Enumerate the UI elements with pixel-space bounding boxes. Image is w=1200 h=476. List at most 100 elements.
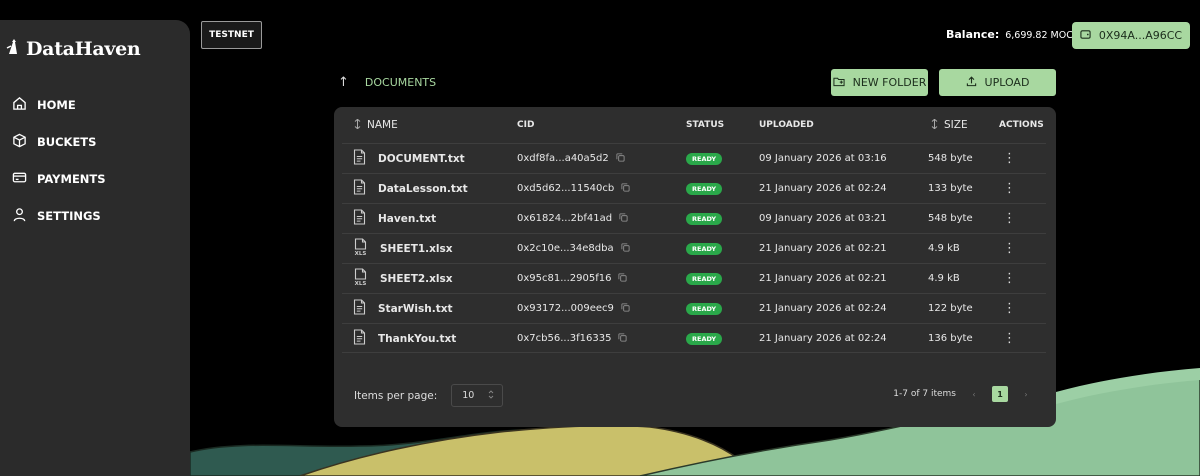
spreadsheet-file-icon: XLS: [353, 268, 368, 289]
copy-icon[interactable]: [619, 212, 628, 225]
sidebar-item-buckets[interactable]: BUCKETS: [12, 123, 106, 160]
copy-icon[interactable]: [618, 272, 627, 285]
sidebar-item-label: BUCKETS: [37, 134, 97, 149]
more-actions-icon[interactable]: ⋮: [1003, 174, 1016, 203]
home-icon: [12, 96, 27, 114]
more-actions-icon[interactable]: ⋮: [1003, 324, 1016, 353]
items-per-page: Items per page: 10: [354, 384, 504, 407]
table-row[interactable]: ThankYou.txt 0x7cb56...3f16335 READY 21 Jan…: [342, 323, 1046, 353]
file-name: SHEET1.xlsx: [380, 242, 453, 255]
file-name-cell[interactable]: StarWish.txt: [353, 294, 453, 323]
folder-plus-icon: [833, 76, 845, 90]
items-per-page-select[interactable]: 10: [451, 384, 504, 407]
column-label: SIZE: [944, 119, 968, 131]
wallet-icon: [1080, 29, 1091, 43]
copy-icon[interactable]: [621, 242, 630, 255]
copy-icon[interactable]: [621, 302, 630, 315]
cid-value: 0xd5d62...11540cb: [517, 183, 615, 194]
sidebar-item-home[interactable]: HOME: [12, 86, 106, 123]
user-icon: [12, 207, 27, 225]
status-cell: READY: [686, 324, 723, 353]
cid-cell: 0x61824...2bf41ad: [517, 204, 628, 233]
sidebar-item-payments[interactable]: PAYMENTS: [12, 160, 106, 197]
brand-logo[interactable]: DataHaven: [6, 38, 141, 60]
items-per-page-value: 10: [462, 390, 475, 401]
status-badge: READY: [686, 332, 723, 345]
arrow-up-icon[interactable]: ↑: [338, 75, 349, 90]
uploaded-date: 21 January 2026 at 02:21: [759, 243, 887, 254]
uploaded-date: 21 January 2026 at 02:24: [759, 333, 887, 344]
uploaded-date: 21 January 2026 at 02:24: [759, 303, 887, 314]
sidebar-item-settings[interactable]: SETTINGS: [12, 197, 106, 234]
pagination-range: 1-7 of 7 items: [893, 389, 956, 399]
column-header-name[interactable]: NAME: [354, 107, 398, 143]
more-actions-icon[interactable]: ⋮: [1003, 204, 1016, 233]
brand-name: DataHaven: [26, 38, 141, 60]
file-name-cell[interactable]: DataLesson.txt: [353, 174, 468, 203]
sort-icon: [354, 118, 361, 132]
file-name: DOCUMENT.txt: [378, 152, 465, 165]
sidebar-nav: HOME BUCKETS PAYMENTS SETTINGS: [12, 86, 106, 234]
cid-value: 0x61824...2bf41ad: [517, 213, 613, 224]
next-page-button[interactable]: ›: [1018, 386, 1034, 402]
files-table-panel: NAME CID STATUS UPLOADED SIZE ACTIONS DO…: [334, 107, 1056, 427]
column-label: NAME: [367, 119, 398, 131]
breadcrumb-current[interactable]: DOCUMENTS: [365, 76, 436, 89]
cube-icon: [12, 133, 27, 151]
file-name: SHEET2.xlsx: [380, 272, 453, 285]
status-cell: READY: [686, 294, 723, 323]
file-name-cell[interactable]: Haven.txt: [353, 204, 436, 233]
chevron-updown-icon: [488, 389, 494, 402]
table-row[interactable]: DataLesson.txt 0xd5d62...11540cb READY 21 J…: [342, 173, 1046, 203]
text-file-icon: [353, 179, 366, 198]
copy-icon[interactable]: [616, 152, 625, 165]
more-actions-icon[interactable]: ⋮: [1003, 294, 1016, 323]
file-name-cell[interactable]: XLS SHEET2.xlsx: [353, 264, 453, 293]
network-badge[interactable]: TESTNET: [201, 21, 262, 49]
more-actions-icon[interactable]: ⋮: [1003, 264, 1016, 293]
column-header-status: STATUS: [686, 120, 725, 130]
status-badge: READY: [686, 152, 723, 165]
new-folder-button[interactable]: NEW FOLDER: [831, 69, 928, 96]
table-row[interactable]: DOCUMENT.txt 0xdf8fa...a40a5d2 READY 09 Jan…: [342, 143, 1046, 173]
file-name-cell[interactable]: ThankYou.txt: [353, 324, 456, 353]
file-name-cell[interactable]: DOCUMENT.txt: [353, 144, 465, 173]
cid-cell: 0x7cb56...3f16335: [517, 324, 627, 353]
more-actions-icon[interactable]: ⋮: [1003, 144, 1016, 173]
file-name: Haven.txt: [378, 212, 437, 225]
page-button-current[interactable]: 1: [992, 386, 1008, 402]
copy-icon[interactable]: [618, 332, 627, 345]
file-size: 548 byte: [928, 153, 973, 164]
status-cell: READY: [686, 264, 723, 293]
sort-icon: [931, 118, 938, 132]
upload-button[interactable]: UPLOAD: [939, 69, 1056, 96]
sidebar-item-label: PAYMENTS: [37, 171, 106, 186]
file-size: 136 byte: [928, 333, 973, 344]
text-file-icon: [353, 329, 366, 348]
column-header-size[interactable]: SIZE: [931, 107, 968, 143]
cid-cell: 0x95c81...2905f16: [517, 264, 627, 293]
svg-text:XLS: XLS: [355, 281, 367, 286]
copy-icon[interactable]: [621, 182, 630, 195]
card-icon: [12, 170, 27, 188]
file-size: 548 byte: [928, 213, 973, 224]
file-size: 4.9 kB: [928, 273, 960, 284]
status-cell: READY: [686, 204, 723, 233]
column-header-cid: CID: [517, 120, 535, 130]
status-badge: READY: [686, 302, 723, 315]
table-row[interactable]: XLS SHEET1.xlsx 0x2c10e...34e8dba READY 21 J…: [342, 233, 1046, 263]
file-name: ThankYou.txt: [378, 332, 457, 345]
table-row[interactable]: StarWish.txt 0x93172...009eec9 READY 21 Jan…: [342, 293, 1046, 323]
wallet-button[interactable]: 0X94A...A96CC: [1072, 22, 1190, 49]
table-row[interactable]: Haven.txt 0x61824...2bf41ad READY 09 Januar…: [342, 203, 1046, 233]
uploaded-date: 09 January 2026 at 03:16: [759, 153, 887, 164]
file-name: DataLesson.txt: [378, 182, 468, 195]
file-name-cell[interactable]: XLS SHEET1.xlsx: [353, 234, 453, 263]
cid-cell: 0x2c10e...34e8dba: [517, 234, 630, 263]
prev-page-button[interactable]: ‹: [966, 386, 982, 402]
more-actions-icon[interactable]: ⋮: [1003, 234, 1016, 263]
uploaded-date: 21 January 2026 at 02:24: [759, 183, 887, 194]
cid-cell: 0x93172...009eec9: [517, 294, 630, 323]
table-row[interactable]: XLS SHEET2.xlsx 0x95c81...2905f16 READY 21 J…: [342, 263, 1046, 293]
cid-value: 0x93172...009eec9: [517, 303, 614, 314]
